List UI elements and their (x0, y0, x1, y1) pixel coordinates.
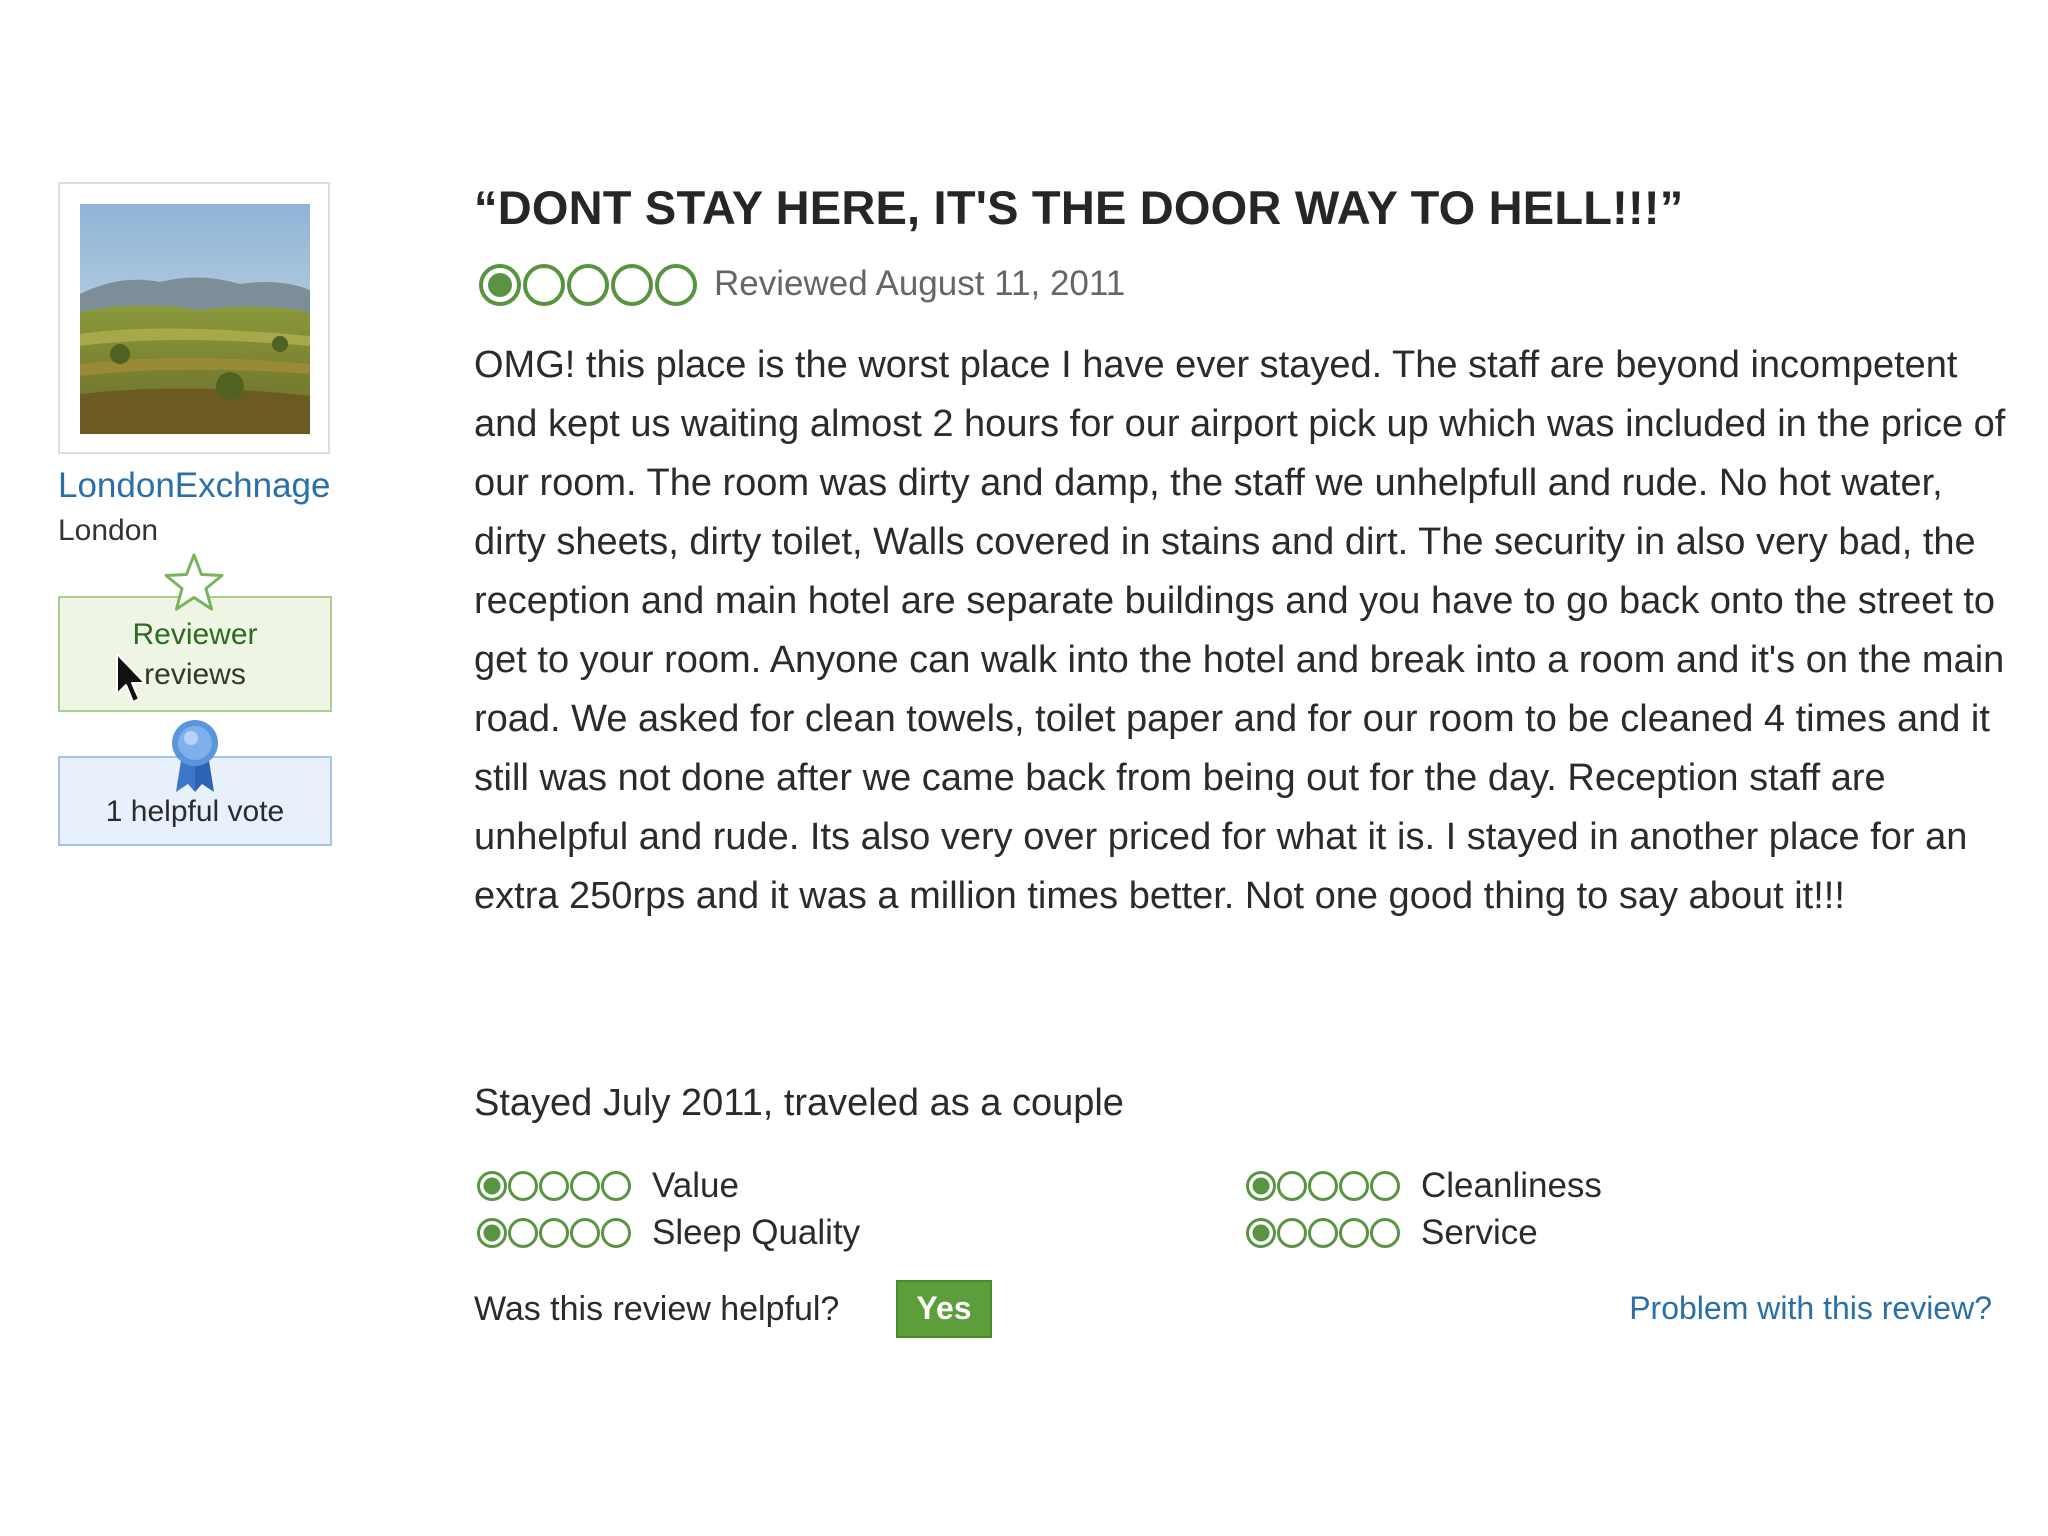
report-problem-link[interactable]: Problem with this review? (1629, 1290, 1992, 1327)
rating-label: Value (652, 1166, 739, 1205)
avatar-landscape-image (80, 204, 310, 434)
review-body: OMG! this place is the worst place I hav… (474, 344, 2006, 917)
review-date: Reviewed August 11, 2011 (714, 264, 1126, 303)
reviewer-avatar[interactable] (58, 182, 330, 454)
rating-bubbles-icon (1246, 1171, 1400, 1201)
rating-bubbles-icon (477, 1171, 631, 1201)
ribbon-icon (172, 720, 218, 792)
badge-title: Reviewer (132, 618, 258, 651)
overall-rating-bubbles (479, 264, 697, 306)
rating-label: Cleanliness (1421, 1166, 1602, 1205)
reviewer-location: London (58, 514, 159, 547)
rating-label: Service (1421, 1213, 1538, 1252)
rating-sleep-quality: Sleep Quality (476, 1213, 860, 1253)
badge-subtitle: reviews (144, 658, 246, 691)
rating-service: Service (1245, 1213, 1538, 1253)
rating-bubbles-icon (477, 1218, 631, 1248)
rating-cleanliness: Cleanliness (1245, 1166, 1602, 1206)
review-title: “DONT STAY HERE, IT'S THE DOOR WAY TO HE… (474, 181, 1684, 234)
helpful-yes-button[interactable]: Yes (896, 1280, 992, 1338)
rating-value: Value (476, 1166, 739, 1206)
rating-label: Sleep Quality (652, 1213, 861, 1252)
stay-info: Stayed July 2011, traveled as a couple (474, 1082, 1124, 1124)
star-icon (164, 553, 224, 611)
helpful-question: Was this review helpful? (474, 1290, 840, 1328)
rating-bubbles-icon (1246, 1218, 1400, 1248)
cursor-icon (116, 653, 146, 703)
reviewer-username-link[interactable]: LondonExchnage (58, 466, 330, 506)
